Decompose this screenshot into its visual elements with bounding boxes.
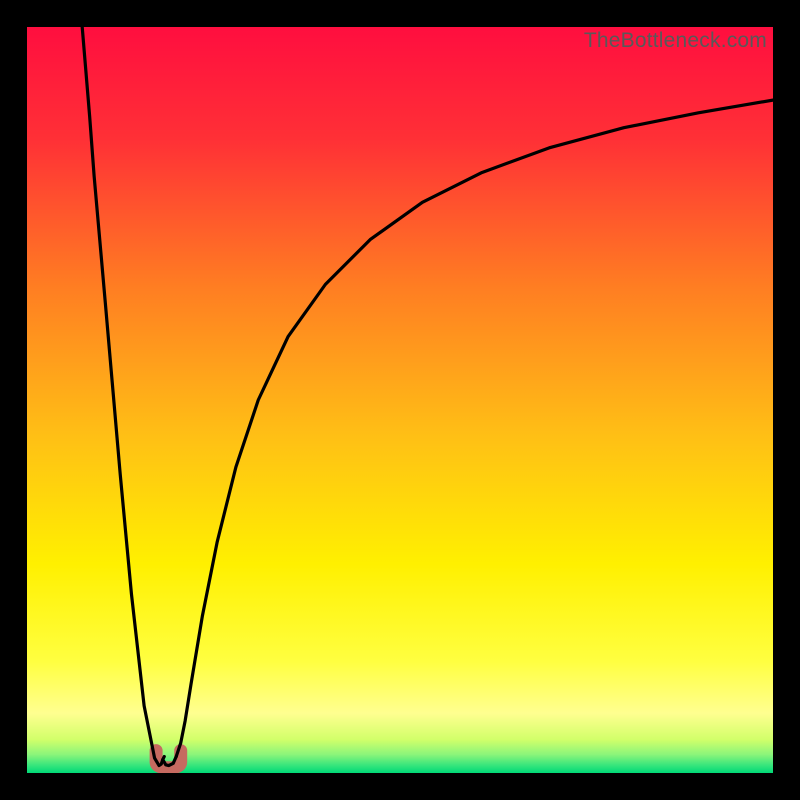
watermark-text: TheBottleneck.com <box>584 29 767 53</box>
curve-left-branch <box>82 27 164 766</box>
plot-area: TheBottleneck.com <box>27 27 773 773</box>
curve-right-branch <box>176 100 773 756</box>
chart-frame: TheBottleneck.com <box>0 0 800 800</box>
curve-layer <box>27 27 773 773</box>
